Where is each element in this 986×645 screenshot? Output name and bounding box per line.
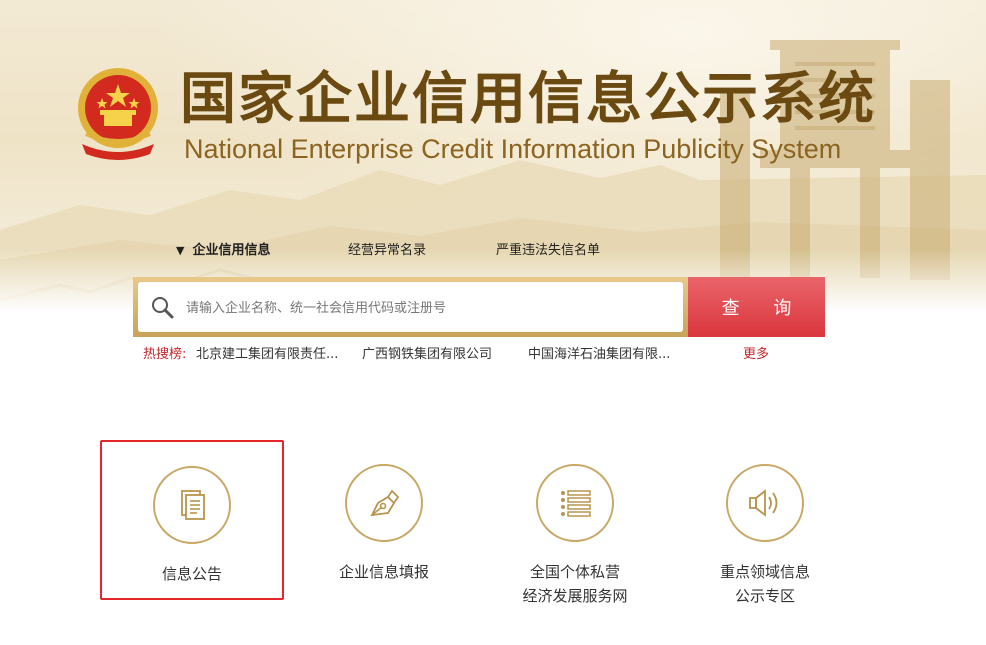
speaker-icon [749,489,778,517]
list-icon [561,490,591,517]
feature-private-economy-network[interactable]: 全国个体私营 经济发展服务网 [483,440,667,605]
tab-serious-violations[interactable]: 严重违法失信名单 [496,240,600,262]
tab-enterprise-credit[interactable]: ▼ 企业信用信息 [176,240,270,262]
search-button[interactable]: 查 询 [688,277,825,337]
site-title: 国家企业信用信息公示系统 [180,67,876,132]
feature-info-announcement[interactable]: 信息公告 [100,440,284,600]
feature-enterprise-report[interactable]: 企业信息填报 [292,440,476,600]
tab-abnormal-operations[interactable]: 经营异常名录 [348,240,426,262]
search-input[interactable] [184,293,668,323]
site-title-english: National Enterprise Credit Information P… [184,134,842,164]
hot-search-label: 热搜榜: [143,347,187,362]
hot-search-item[interactable]: 广西钢铁集团有限公司 [362,346,492,364]
hot-search-item[interactable]: 中国海洋石油集团有限... [528,346,670,364]
feature-key-areas-publicity[interactable]: 重点领域信息 公示专区 [673,440,857,605]
hot-search-item[interactable]: 北京建工集团有限责任... [196,346,338,364]
hot-search-more-link[interactable]: 更多 [743,346,769,364]
search-icon [152,297,174,319]
search-input-box [138,282,683,332]
document-icon [181,490,205,520]
search-bar: 查 询 [133,277,825,337]
national-emblem-icon [78,68,158,160]
triangle-down-icon: ▼ [176,244,185,257]
pen-nib-icon [370,489,400,517]
